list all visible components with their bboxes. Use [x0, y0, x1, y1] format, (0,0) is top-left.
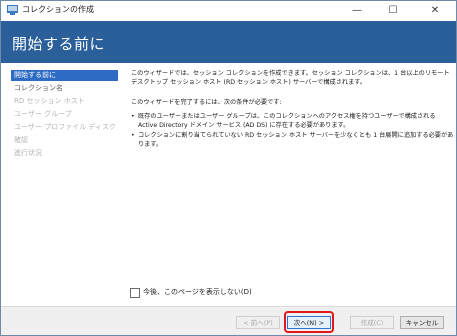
skip-page-checkbox[interactable] — [130, 288, 140, 298]
intro-text: このウィザードでは、セッション コレクションを作成できます。セッション コレクシ… — [131, 70, 450, 86]
nav-item-confirmation: 確認 — [14, 136, 28, 144]
page-header: 開始する前に — [1, 21, 456, 63]
requirement-text: コレクションに割り当てられていない RD セッション ホスト サーバーを少なくと… — [138, 132, 454, 148]
minimize-button[interactable]: — — [343, 2, 371, 20]
nav-item-collection-name[interactable]: コレクション名 — [11, 83, 118, 94]
close-button[interactable]: ✕ — [421, 2, 449, 20]
skip-page-checkbox-label[interactable]: 今後、このページを表示しない(D) — [143, 287, 252, 297]
requirement-text: 既存のユーザーまたはユーザー グループは、このコレクションへのアクセス権を持つユ… — [138, 113, 436, 129]
server-manager-icon — [7, 5, 18, 15]
wizard-window: コレクションの作成 — ☐ ✕ 開始する前に 開始する前に コレクション名 RD… — [0, 0, 457, 336]
maximize-button[interactable]: ☐ — [379, 2, 407, 20]
conditions-heading: このウィザードを完了するには、次の条件が必要です: — [131, 99, 282, 106]
bullet-icon: • — [131, 113, 135, 120]
back-button[interactable]: < 前へ(P) — [236, 316, 280, 329]
title-bar[interactable]: コレクションの作成 — ☐ ✕ — [1, 1, 456, 21]
cancel-button[interactable]: キャンセル — [400, 316, 444, 329]
nav-item-rd-session-host: RD セッション ホスト — [14, 97, 85, 105]
page-title: 開始する前に — [12, 35, 106, 53]
nav-item-before-you-begin[interactable]: 開始する前に — [11, 70, 118, 81]
window-title: コレクションの作成 — [22, 5, 94, 14]
bullet-icon: • — [131, 132, 135, 139]
create-button[interactable]: 作成(C) — [350, 316, 394, 329]
nav-item-progress: 進行状況 — [14, 149, 42, 157]
next-button-highlight — [284, 311, 334, 333]
nav-item-user-groups: ユーザー グループ — [14, 110, 72, 118]
nav-item-user-profile-disks: ユーザー プロファイル ディスク — [14, 123, 116, 131]
